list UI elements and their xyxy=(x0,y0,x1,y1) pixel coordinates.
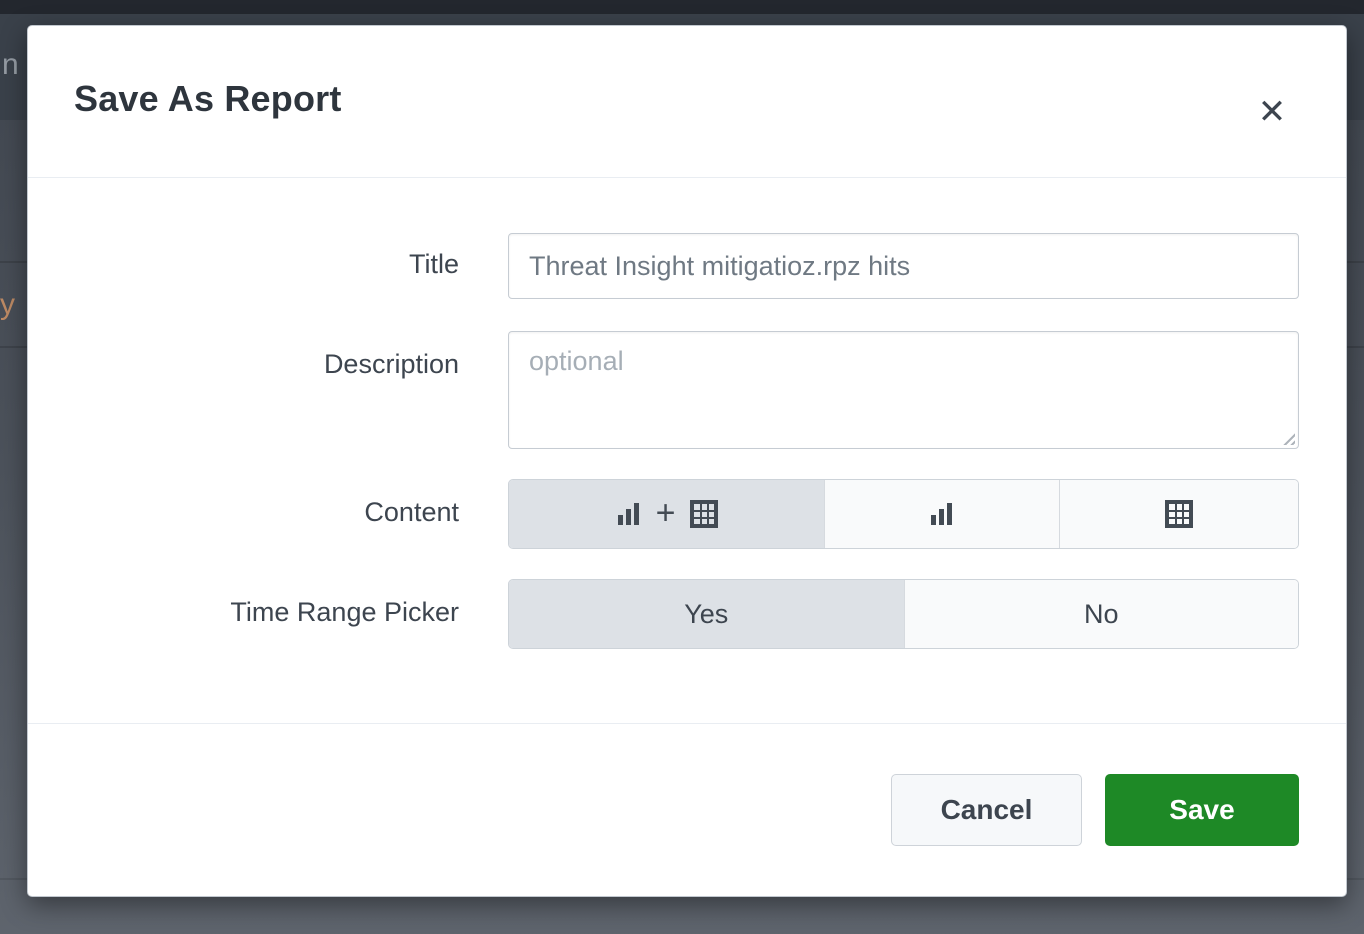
time-range-picker-option-yes[interactable]: Yes xyxy=(509,580,904,648)
option-yes-label: Yes xyxy=(684,599,728,630)
dialog-title: Save As Report xyxy=(74,78,342,120)
save-as-report-dialog: Save As Report ✕ Title Description Conte… xyxy=(27,25,1347,897)
description-field-wrap xyxy=(508,331,1299,449)
background-clipped-text: n xyxy=(2,48,19,82)
title-label: Title xyxy=(28,249,459,280)
content-segmented-control: + xyxy=(508,479,1299,549)
title-input[interactable] xyxy=(508,233,1299,299)
close-icon[interactable]: ✕ xyxy=(1244,84,1300,140)
option-no-label: No xyxy=(1084,599,1119,630)
plus-icon: + xyxy=(656,496,676,530)
cancel-button[interactable]: Cancel xyxy=(891,774,1082,846)
bar-chart-icon xyxy=(929,501,955,527)
background-clipped-text: y xyxy=(0,288,15,322)
content-option-chart-and-table[interactable]: + xyxy=(509,480,824,548)
time-range-picker-toggle: Yes No xyxy=(508,579,1299,649)
table-icon xyxy=(1165,500,1193,528)
content-option-table-only[interactable] xyxy=(1059,480,1298,548)
background-top-bar xyxy=(0,0,1364,14)
description-textarea[interactable] xyxy=(508,331,1299,449)
content-label: Content xyxy=(28,497,459,528)
save-button[interactable]: Save xyxy=(1105,774,1299,846)
cancel-button-label: Cancel xyxy=(941,794,1033,826)
time-range-picker-option-no[interactable]: No xyxy=(904,580,1299,648)
footer-divider xyxy=(28,723,1346,724)
table-icon xyxy=(690,500,718,528)
content-option-chart-only[interactable] xyxy=(824,480,1058,548)
save-button-label: Save xyxy=(1169,794,1234,826)
bar-chart-icon xyxy=(616,501,642,527)
description-label: Description xyxy=(28,349,459,380)
time-range-picker-label: Time Range Picker xyxy=(28,597,459,628)
dialog-header: Save As Report ✕ xyxy=(28,26,1346,178)
